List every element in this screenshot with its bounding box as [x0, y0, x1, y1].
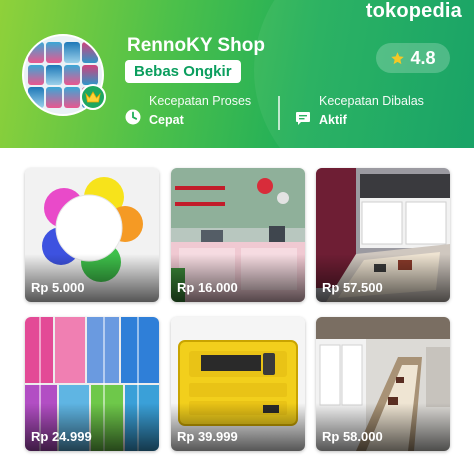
product-card[interactable]: Rp 58.000: [316, 317, 450, 451]
reply-speed: Kecepatan Dibalas Aktif: [319, 94, 424, 127]
product-price: Rp 57.500: [322, 280, 383, 295]
product-grid: Rp 5.000 Rp 16.000 Rp 57.500 Rp 24.999 R…: [25, 168, 450, 464]
product-price: Rp 5.000: [31, 280, 85, 295]
product-card[interactable]: Rp 5.000: [25, 168, 159, 302]
clock-icon: [125, 109, 141, 125]
product-price: Rp 16.000: [177, 280, 238, 295]
shop-rating[interactable]: 4.8: [376, 43, 450, 73]
product-price: Rp 58.000: [322, 429, 383, 444]
free-shipping-badge: Bebas Ongkir: [125, 60, 241, 83]
official-crown-icon: [80, 84, 106, 110]
product-card[interactable]: Rp 39.999: [171, 317, 305, 451]
product-card[interactable]: Rp 57.500: [316, 168, 450, 302]
shop-header: tokopedia RennoKY Shop Bebas Ongkir 4.8 …: [0, 0, 474, 148]
product-card[interactable]: Rp 16.000: [171, 168, 305, 302]
rating-value: 4.8: [410, 47, 436, 68]
shop-name[interactable]: RennoKY Shop: [127, 35, 265, 57]
product-price: Rp 24.999: [31, 429, 92, 444]
chat-icon: [296, 112, 310, 125]
product-card[interactable]: Rp 24.999: [25, 317, 159, 451]
star-icon: [391, 51, 405, 64]
reply-speed-label: Kecepatan Dibalas: [319, 94, 424, 108]
process-speed-label: Kecepatan Proses: [149, 94, 252, 108]
reply-speed-value: Aktif: [319, 113, 347, 127]
process-speed-value: Cepat: [149, 113, 184, 127]
tokopedia-logo: tokopedia: [365, 0, 462, 22]
product-price: Rp 39.999: [177, 429, 238, 444]
stats-divider: [278, 96, 280, 130]
process-speed: Kecepatan Proses Cepat: [149, 94, 251, 127]
shop-avatar[interactable]: [22, 34, 106, 116]
